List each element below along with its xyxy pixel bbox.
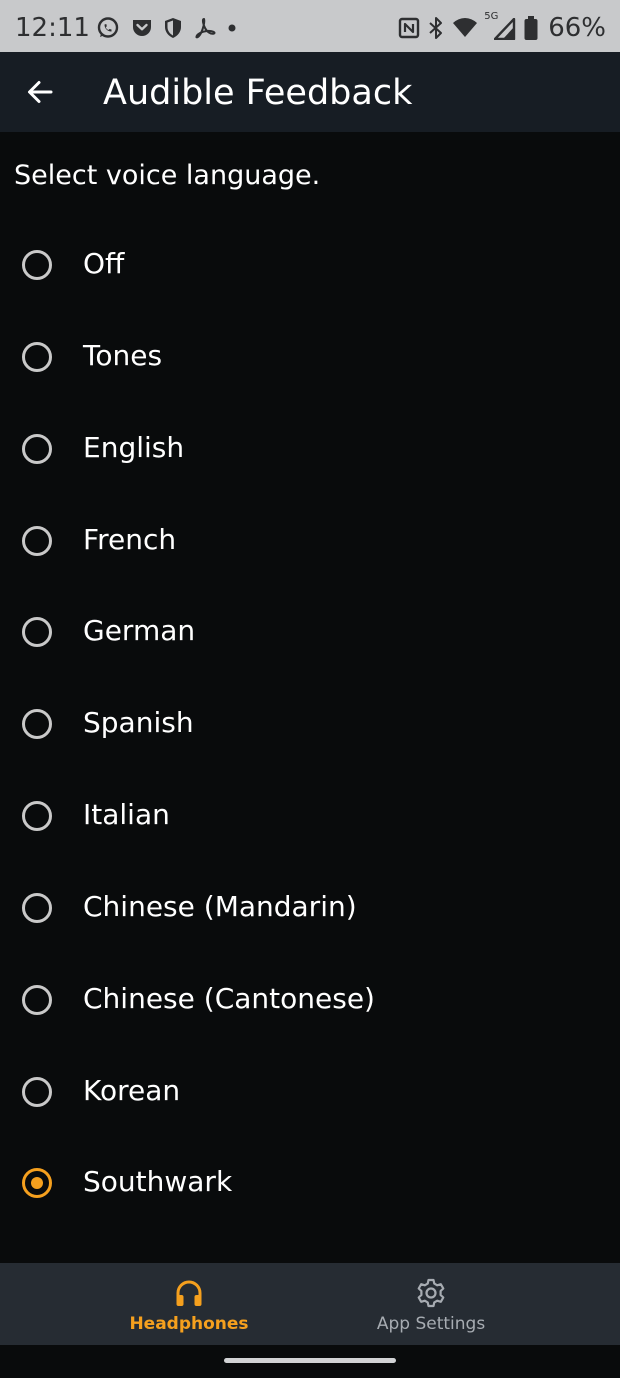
dot-icon [228,24,236,32]
option-label: German [83,614,196,648]
cell-signal-icon [494,18,516,40]
radio-button[interactable] [22,1076,52,1107]
radio-button[interactable] [22,250,52,280]
option-label: English [83,430,185,464]
option-label: Italian [83,798,170,832]
option-spanish[interactable]: Spanish [0,678,620,770]
radio-button[interactable] [22,984,52,1015]
radio-button[interactable] [22,1168,52,1199]
pocket-icon [133,20,151,36]
nav-label: Headphones [129,1314,249,1334]
option-southwark[interactable]: Southwark [0,1137,620,1229]
shield-icon [165,18,181,38]
nfc-icon [399,17,420,39]
option-label: Spanish [83,706,194,740]
headphones-icon [176,1280,202,1306]
radio-button[interactable] [22,341,52,372]
option-tones[interactable]: Tones [0,311,620,403]
option-chinese-mandarin[interactable]: Chinese (Mandarin) [0,862,620,954]
radio-button[interactable] [22,892,52,923]
whatsapp-icon [97,17,119,38]
acrobat-icon [195,18,216,39]
option-german[interactable]: German [0,586,620,678]
nav-item-app-settings[interactable]: App Settings [331,1263,531,1345]
nav-item-headphones[interactable]: Headphones [89,1263,289,1345]
option-korean[interactable]: Korean [0,1046,620,1138]
nav-label: App Settings [376,1314,486,1334]
gesture-navigation-area [0,1345,620,1378]
radio-button[interactable] [22,709,52,740]
option-label: Korean [83,1073,181,1107]
arrow-left-icon [28,81,53,103]
radio-button[interactable] [22,801,52,832]
battery-icon [524,16,538,40]
cell-signal: 5G [484,11,516,41]
bluetooth-icon [429,17,443,39]
radio-dot [31,1177,43,1190]
wifi-icon [453,18,478,37]
gear-icon [417,1278,445,1308]
back-button[interactable] [14,66,66,118]
option-french[interactable]: French [0,495,620,587]
status-bar: 12:11 5G 66% [0,0,620,52]
option-label: Southwark [83,1165,233,1199]
radio-button[interactable] [22,617,52,648]
option-english[interactable]: English [0,403,620,495]
option-label: Tones [83,338,163,372]
page-title: Audible Feedback [103,73,413,113]
radio-button[interactable] [22,433,52,464]
bottom-navigation: Headphones App Settings [0,1263,620,1345]
section-prompt: Select voice language. [14,160,321,191]
app-bar: Audible Feedback [0,52,620,132]
option-chinese-cantonese[interactable]: Chinese (Cantonese) [0,954,620,1046]
system-icons: 5G 66% [398,11,606,43]
option-label: French [83,522,177,556]
notification-icons [96,14,236,42]
option-label: Chinese (Cantonese) [83,981,375,1015]
voice-language-options: Off Tones English French German Spanish … [0,219,620,1229]
option-label: Chinese (Mandarin) [83,889,357,923]
option-off[interactable]: Off [0,219,620,311]
home-gesture-handle[interactable] [224,1358,396,1363]
battery-percent: 66% [548,13,606,43]
option-italian[interactable]: Italian [0,770,620,862]
option-label: Off [83,247,125,280]
radio-button[interactable] [22,525,52,556]
status-time: 12:11 [15,13,90,43]
